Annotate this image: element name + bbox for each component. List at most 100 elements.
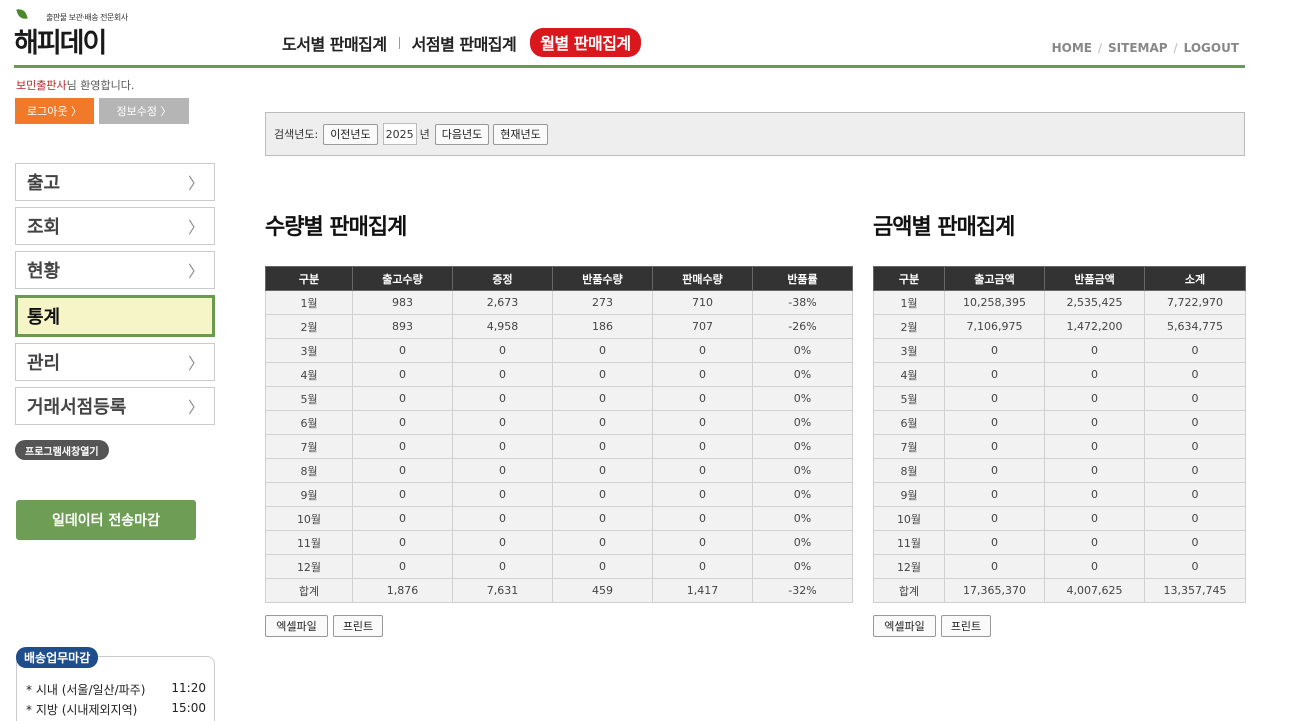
year-unit: 년 xyxy=(419,128,430,141)
table-cell: 0 xyxy=(1044,482,1145,507)
menu-label: 조회 xyxy=(27,217,61,238)
table-cell: 0 xyxy=(452,338,553,363)
table-cell: 13,357,745 xyxy=(1144,578,1246,603)
table-cell: 0% xyxy=(752,458,853,483)
table-cell: 0 xyxy=(552,482,653,507)
menu-item-store-register[interactable]: 거래서점등록 〉 xyxy=(15,387,215,425)
logout-button[interactable]: 로그아웃 〉 xyxy=(15,98,94,124)
menu-item-inquiry[interactable]: 조회 〉 xyxy=(15,207,215,245)
home-link[interactable]: HOME xyxy=(1052,41,1092,55)
next-year-button[interactable]: 다음년도 xyxy=(434,123,490,145)
prev-year-button[interactable]: 이전년도 xyxy=(323,123,378,145)
table-row: 12월 0 0 0 xyxy=(873,554,1246,579)
table-cell: 0% xyxy=(752,410,853,435)
nav-monthly-sales[interactable]: 월별 판매집계 xyxy=(530,28,641,57)
shipping-time: 11:20 xyxy=(171,681,206,695)
table-cell: 0 xyxy=(1144,338,1246,363)
table-cell: 0 xyxy=(1044,506,1145,531)
row-label-cell: 8월 xyxy=(265,458,353,483)
row-label-cell: 5월 xyxy=(873,386,945,411)
row-label-cell: 5월 xyxy=(265,386,353,411)
welcome-name: 보민출판사 xyxy=(16,79,67,92)
row-label-cell: 12월 xyxy=(873,554,945,579)
table-cell: 0 xyxy=(552,434,653,459)
table-cell: 0% xyxy=(752,506,853,531)
column-header: 출고수량 xyxy=(352,266,453,291)
table-row: 3월 0 0 0 xyxy=(873,338,1246,363)
sitemap-link[interactable]: SITEMAP xyxy=(1108,41,1168,55)
table-cell: 0 xyxy=(452,458,553,483)
logout-link[interactable]: LOGOUT xyxy=(1184,41,1239,55)
row-label-cell: 4월 xyxy=(265,362,353,387)
table-cell: 0% xyxy=(752,338,853,363)
table-cell: 0 xyxy=(552,458,653,483)
table-cell: 0 xyxy=(352,386,453,411)
menu-label: 출고 xyxy=(27,173,61,194)
table-cell: 7,106,975 xyxy=(944,314,1045,339)
column-header: 반품률 xyxy=(752,266,853,291)
logo[interactable]: 출판물 보관·배송 전문회사 해피데이 xyxy=(14,6,144,59)
table-cell: 0 xyxy=(1044,410,1145,435)
table-cell: 10,258,395 xyxy=(944,290,1045,315)
table-cell: 0 xyxy=(352,410,453,435)
shipping-deadline-title: 배송업무마감 xyxy=(16,647,99,668)
table-cell: 186 xyxy=(552,314,653,339)
table-cell: 5,634,775 xyxy=(1144,314,1246,339)
menu-label: 거래서점등록 xyxy=(27,397,127,418)
edit-info-button[interactable]: 정보수정 〉 xyxy=(99,98,189,124)
welcome-suffix: 님 환영합니다. xyxy=(66,79,135,92)
row-label-cell: 6월 xyxy=(873,410,945,435)
table-cell: 17,365,370 xyxy=(944,578,1045,603)
chevron-right-icon: 〉 xyxy=(187,354,204,373)
row-label-cell: 1월 xyxy=(265,290,353,315)
table-cell: 1,876 xyxy=(352,578,453,603)
table-cell: 0 xyxy=(1144,410,1246,435)
table-cell: 2,673 xyxy=(452,290,553,315)
amount-excel-button[interactable]: 엑셀파일 xyxy=(873,615,936,637)
qty-print-button[interactable]: 프린트 xyxy=(333,615,383,637)
table-row: 11월 0 0 0 0 0% xyxy=(265,530,853,555)
current-year-button[interactable]: 현재년도 xyxy=(493,123,548,145)
menu-item-statistics[interactable]: 통계 xyxy=(15,295,215,337)
daily-close-button[interactable]: 일데이터 전송마감 xyxy=(16,500,196,540)
table-cell: 0 xyxy=(1044,362,1145,387)
row-label-cell: 11월 xyxy=(873,530,945,555)
table-cell: 707 xyxy=(652,314,753,339)
row-label-cell: 12월 xyxy=(265,554,353,579)
table-cell: 2,535,425 xyxy=(1044,290,1145,315)
table-cell: 0 xyxy=(352,506,453,531)
search-label: 검색년도: xyxy=(274,128,319,141)
shipping-time: 15:00 xyxy=(171,701,206,715)
table-cell: 0 xyxy=(452,386,553,411)
menu-item-shipping[interactable]: 출고 〉 xyxy=(15,163,215,201)
table-cell: 0% xyxy=(752,362,853,387)
total-row: 합계 1,876 7,631 459 1,417 -32% xyxy=(265,578,853,603)
nav-separator xyxy=(398,36,400,49)
open-new-window-button[interactable]: 프로그램새창열기 xyxy=(15,440,109,460)
table-cell: 983 xyxy=(352,290,453,315)
year-input[interactable]: 2025 xyxy=(382,123,417,145)
table-cell: 0 xyxy=(1144,554,1246,579)
table-cell: 4,007,625 xyxy=(1044,578,1145,603)
table-cell: 0% xyxy=(752,386,853,411)
row-label-cell: 합계 xyxy=(265,578,353,603)
table-cell: 0 xyxy=(652,434,753,459)
amount-print-button[interactable]: 프린트 xyxy=(941,615,991,637)
row-label-cell: 8월 xyxy=(873,458,945,483)
table-row: 5월 0 0 0 xyxy=(873,386,1246,411)
menu-item-management[interactable]: 관리 〉 xyxy=(15,343,215,381)
menu-label: 관리 xyxy=(27,353,61,374)
table-cell: 0 xyxy=(944,554,1045,579)
table-row: 1월 10,258,395 2,535,425 7,722,970 xyxy=(873,290,1246,315)
table-cell: 0 xyxy=(1044,338,1145,363)
qty-excel-button[interactable]: 엑셀파일 xyxy=(265,615,328,637)
table-cell: 0 xyxy=(944,362,1045,387)
table-cell: 0 xyxy=(452,506,553,531)
table-row: 4월 0 0 0 xyxy=(873,362,1246,387)
table-cell: 0 xyxy=(944,530,1045,555)
table-cell: 0 xyxy=(352,434,453,459)
nav-store-sales[interactable]: 서점별 판매집계 xyxy=(412,31,517,55)
nav-book-sales[interactable]: 도서별 판매집계 xyxy=(282,31,387,55)
table-cell: 0 xyxy=(552,338,653,363)
menu-item-status[interactable]: 현황 〉 xyxy=(15,251,215,289)
